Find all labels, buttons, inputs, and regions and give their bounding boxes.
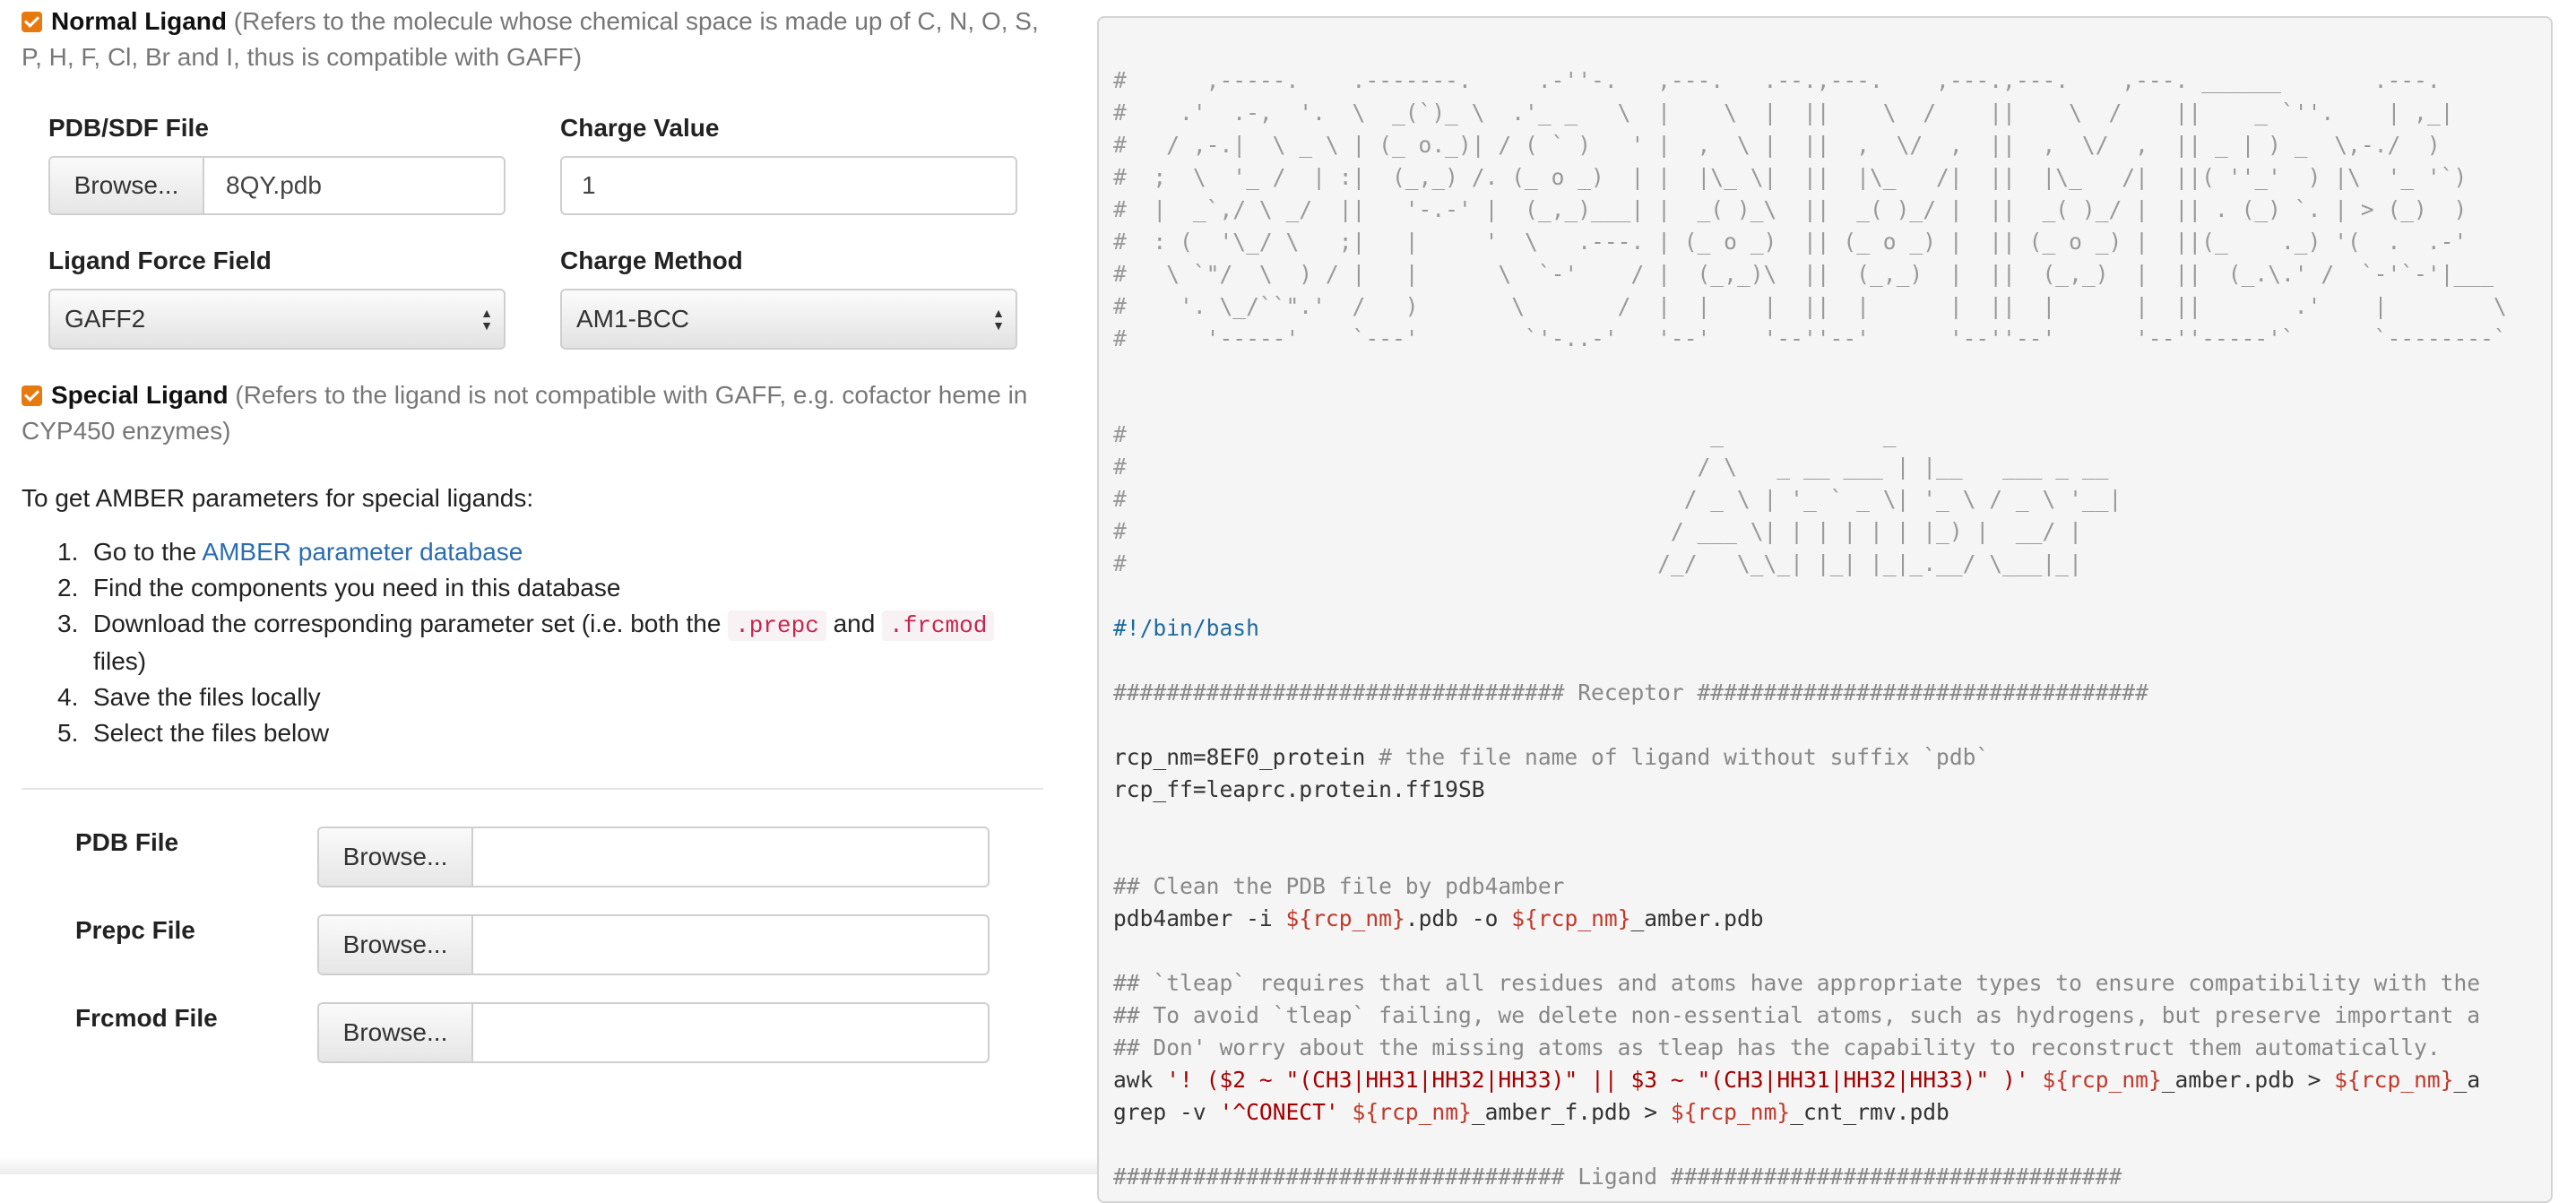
bottom-shadow [0,1156,1111,1174]
script-code-panel[interactable]: # ,-----. .-------. .-''-. ,---. .--.,--… [1097,16,2553,1203]
instructions-list: 1. Go to the AMBER parameter database 2. F… [22,534,1043,751]
banner-art-line: # / ,-.| \ _ \ | (_ o._)| / ( ` ) ' | , … [1113,132,2441,158]
charge-method-select[interactable]: AM1-BCC ▲ ▼ [560,289,1017,350]
ligand-force-field-label: Ligand Force Field [48,247,272,274]
list-item: 5. Select the files below [57,719,330,747]
banner-art-line: # ; \ '_ / | :| (_,_) /. (_ o _) | | |\_… [1113,164,2468,190]
ligand-section-header: ################################## Ligan… [1113,1164,2122,1190]
pdb-file-input[interactable]: Browse... [317,827,990,887]
prepc-code: .prepc [728,610,826,641]
list-item: 1. Go to the AMBER parameter database [57,538,523,566]
select-arrows-icon: ▲ ▼ [992,306,1005,333]
prepc-file-input[interactable]: Browse... [317,914,990,975]
normal-ligand-desc-2: P, H, F, Cl, Br and I, thus is compatibl… [22,43,583,71]
pdb-sdf-filename: 8QY.pdb [226,171,322,199]
code-line-awk: awk '! ($2 ~ "(CH3|HH31|HH32|HH33)" || $… [1113,1067,2481,1093]
charge-method-value: AM1-BCC [576,305,690,333]
ligand-force-field-select[interactable]: GAFF2 ▲ ▼ [48,289,506,350]
special-ligand-checkbox[interactable] [22,385,42,406]
banner-art-line: # \ `"/ \ ) / | | \ `-' / | (_,_)\ || (_… [1113,261,2494,287]
amber-art-line: # / ___ \| | | | | | |_) | __/ | [1113,518,2082,544]
banner-art-line: # '. \_/``".' / ) \ / | | | || | | || | … [1113,293,2507,319]
special-ligand-intro: To get AMBER parameters for special liga… [22,484,534,512]
amber-art-line: # / _ \ | '_ ` _ \| '_ \ / _ \ '__| [1113,486,2122,512]
frcmod-file-filename [473,1004,495,1061]
code-line-grep: grep -v '^CONECT' ${rcp_nm}_amber_f.pdb … [1113,1099,1949,1125]
charge-value-input[interactable]: 1 [560,156,1017,215]
divider [22,788,1043,790]
frcmod-file-input[interactable]: Browse... [317,1002,990,1063]
code-line-rcp-nm: rcp_nm=8EF0_protein # the file name of l… [1113,744,1990,770]
special-ligand-desc-1: (Refers to the ligand is not compatible … [235,381,1028,409]
list-item: 4. Save the files locally [57,683,321,711]
code-comment-tleap-2: ## To avoid `tleap` failing, we delete n… [1113,1002,2481,1028]
banner-art-line: # '-----' `---' `'-..-' '--' '--''--' '-… [1113,325,2507,351]
special-ligand-desc-2: CYP450 enzymes) [22,417,231,445]
amber-parameter-database-link[interactable]: AMBER parameter database [202,538,523,566]
code-comment-tleap-3: ## Don' worry about the missing atoms as… [1113,1034,2441,1060]
select-arrows-icon: ▲ ▼ [480,306,493,333]
banner-art-line: # ,-----. .-------. .-''-. ,---. .--.,--… [1113,67,2441,93]
amber-art-line: # _ _ [1113,421,1897,447]
frcmod-file-label: Frcmod File [75,1004,218,1032]
list-item: 2. Find the components you need in this d… [57,574,621,602]
banner-art-line: # : ( '\_/ \ ;| | ' \ .---. | (_ o _) ||… [1113,229,2468,255]
normal-ligand-checkbox[interactable] [22,12,42,32]
banner-art-line: # .' .-, '. \ _(`)_ \ .'_ _ \ | \ | || \… [1113,100,2454,125]
shebang-line: #!/bin/bash [1113,615,1259,641]
charge-value-label: Charge Value [560,114,720,142]
normal-ligand-title: Normal Ligand [51,7,228,35]
frcmod-file-browse-button[interactable]: Browse... [319,1004,473,1061]
amber-art-line: # / \ _ __ ___ | |__ ___ _ __ [1113,454,2109,480]
pdb-sdf-label: PDB/SDF File [48,114,209,142]
amber-art-line: # /_/ \_\_| |_| |_|_.__/ \___|_| [1113,550,2082,576]
pdb-sdf-browse-button[interactable]: Browse... [50,158,204,213]
pdb-file-filename [473,828,495,886]
code-line-rcp-ff: rcp_ff=leaprc.protein.ff19SB [1113,776,1485,802]
charge-method-label: Charge Method [560,247,743,274]
receptor-section-header: ################################## Recep… [1113,679,2148,705]
prepc-file-filename [473,916,495,974]
special-ligand-option[interactable]: Special Ligand (Refers to the ligand is … [22,377,1052,449]
prepc-file-label: Prepc File [75,916,195,944]
ligand-force-field-value: GAFF2 [65,305,146,333]
normal-ligand-desc-1: (Refers to the molecule whose chemical s… [233,7,1039,35]
code-comment-tleap-1: ## `tleap` requires that all residues an… [1113,970,2481,996]
left-panel: Normal Ligand (Refers to the molecule wh… [0,0,1111,1174]
pdb-file-browse-button[interactable]: Browse... [319,828,473,886]
pdb-file-label: PDB File [75,828,179,856]
prepc-file-browse-button[interactable]: Browse... [319,916,473,974]
normal-ligand-option[interactable]: Normal Ligand (Refers to the molecule wh… [22,4,1052,75]
code-line-pdb4amber: pdb4amber -i ${rcp_nm}.pdb -o ${rcp_nm}_… [1113,905,1764,931]
code-comment-clean: ## Clean the PDB file by pdb4amber [1113,873,1565,899]
pdb-sdf-file-input[interactable]: Browse... 8QY.pdb [48,156,506,215]
special-ligand-title: Special Ligand [51,381,229,409]
banner-art-line: # | _`,/ \ _/ || '-.-' | (_,_)___| | _( … [1113,196,2468,222]
list-item: 3. Download the corresponding parameter s… [22,606,1043,679]
frcmod-code: .frcmod [882,610,995,641]
